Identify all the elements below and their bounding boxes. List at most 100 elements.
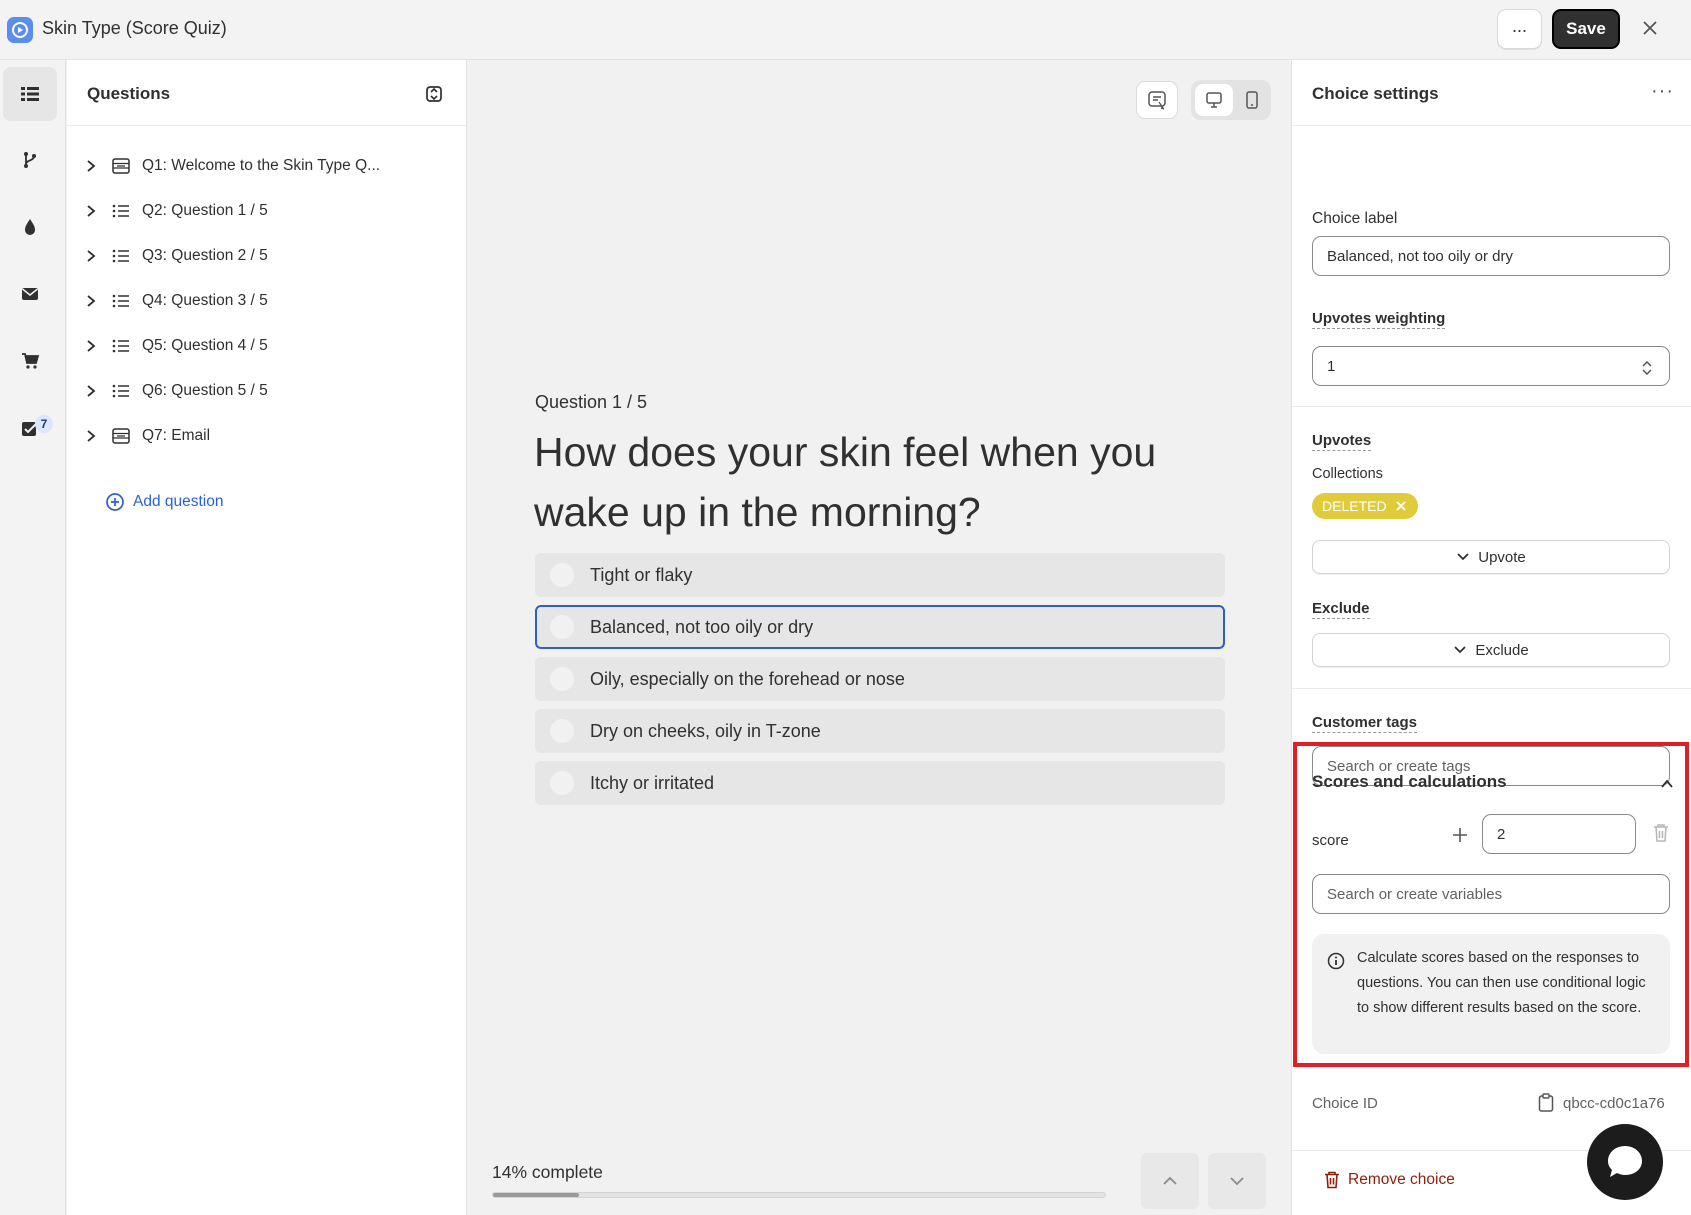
score-value-input[interactable] xyxy=(1482,814,1636,854)
exclude-label: Exclude xyxy=(1312,600,1370,619)
collapse-all-icon[interactable] xyxy=(423,83,445,105)
trash-icon xyxy=(1325,1171,1339,1189)
choice-settings-header: Choice settings ··· xyxy=(1292,60,1691,126)
chevron-up-icon[interactable] xyxy=(1659,776,1675,792)
info-icon xyxy=(1327,952,1345,970)
add-question-button[interactable]: Add question xyxy=(105,492,224,512)
scores-section-title: Scores and calculations xyxy=(1312,772,1507,791)
rail-products[interactable] xyxy=(3,334,57,388)
questions-panel: Questions Q1: Welcome to the Skin Type Q… xyxy=(67,60,467,1215)
preview-button[interactable] xyxy=(1136,81,1178,119)
choice-label-label: Choice label xyxy=(1312,210,1398,227)
left-rail: 7 xyxy=(0,60,66,1215)
question-label: Q6: Question 5 / 5 xyxy=(142,382,268,399)
rail-logic[interactable] xyxy=(3,133,57,187)
choice-label-input[interactable] xyxy=(1312,236,1670,276)
divider xyxy=(1292,688,1691,689)
question-label: Q5: Question 4 / 5 xyxy=(142,337,268,354)
divider xyxy=(1292,406,1691,407)
choice-settings-panel: Choice settings ··· Choice label Upvotes… xyxy=(1291,60,1691,1215)
top-bar: Skin Type (Score Quiz) ... Save xyxy=(0,0,1691,60)
radio-circle xyxy=(550,563,574,587)
question-heading: How does your skin feel when you wake up… xyxy=(534,429,1157,535)
chevron-down-icon xyxy=(1230,1177,1244,1186)
question-label: Q2: Question 1 / 5 xyxy=(142,202,268,219)
choice-option[interactable]: Itchy or irritated xyxy=(535,761,1225,805)
question-label: Q3: Question 2 / 5 xyxy=(142,247,268,264)
chevron-right-icon[interactable] xyxy=(86,159,100,173)
choice-option[interactable]: Tight or flaky xyxy=(535,553,1225,597)
customer-tags-label: Customer tags xyxy=(1312,714,1418,733)
question-label: Q1: Welcome to the Skin Type Q... xyxy=(142,157,381,174)
remove-choice-button[interactable]: Remove choice xyxy=(1324,1171,1455,1189)
scores-info-box: Calculate scores based on the responses … xyxy=(1312,934,1670,1054)
rail-design[interactable] xyxy=(3,200,57,254)
desktop-view-button[interactable] xyxy=(1195,84,1233,116)
mobile-view-button[interactable] xyxy=(1235,84,1269,116)
choice-id-label: Choice ID xyxy=(1312,1095,1378,1112)
close-icon[interactable] xyxy=(1638,16,1662,40)
more-menu-icon[interactable]: ··· xyxy=(1651,80,1674,103)
rail-tasks[interactable]: 7 xyxy=(3,401,57,455)
choice-settings-title: Choice settings xyxy=(1312,84,1439,103)
radio-circle xyxy=(550,771,574,795)
mobile-icon xyxy=(1246,91,1258,109)
question-item-q5[interactable]: Q5: Question 4 / 5 xyxy=(67,326,467,366)
exclude-button-label: Exclude xyxy=(1475,641,1529,659)
remove-tag-icon[interactable] xyxy=(1395,500,1407,512)
chevron-down-icon xyxy=(1454,646,1466,654)
next-question-button[interactable] xyxy=(1208,1153,1266,1209)
chevron-right-icon[interactable] xyxy=(86,294,100,308)
exclude-dropdown-button[interactable]: Exclude xyxy=(1312,633,1670,667)
question-item-q2[interactable]: Q2: Question 1 / 5 xyxy=(67,191,467,231)
question-item-q3[interactable]: Q3: Question 2 / 5 xyxy=(67,236,467,276)
collection-tag: DELETED xyxy=(1312,493,1418,519)
app-logo-icon xyxy=(7,17,33,43)
choice-label: Dry on cheeks, oily in T-zone xyxy=(590,720,821,741)
plus-icon[interactable] xyxy=(1451,826,1469,844)
upvote-button-label: Upvote xyxy=(1478,548,1526,566)
question-eyebrow: Question 1 / 5 xyxy=(535,392,648,412)
list-icon xyxy=(112,204,132,218)
upvotes-label: Upvotes xyxy=(1312,432,1372,451)
chevron-right-icon[interactable] xyxy=(86,204,100,218)
rail-questions[interactable] xyxy=(3,67,57,121)
trash-icon[interactable] xyxy=(1652,823,1670,843)
add-question-label: Add question xyxy=(133,493,224,510)
choice-label: Balanced, not too oily or dry xyxy=(590,616,814,637)
more-actions-button[interactable]: ... xyxy=(1497,9,1542,49)
chevron-right-icon[interactable] xyxy=(86,429,100,443)
desktop-icon xyxy=(1206,92,1222,108)
search-variables-input[interactable] xyxy=(1312,874,1670,914)
chevron-right-icon[interactable] xyxy=(86,339,100,353)
list-icon xyxy=(112,294,132,308)
collections-label: Collections xyxy=(1312,466,1383,482)
chevron-right-icon[interactable] xyxy=(86,384,100,398)
form-icon xyxy=(112,158,132,174)
clipboard-icon[interactable] xyxy=(1538,1093,1554,1113)
remove-choice-label: Remove choice xyxy=(1348,1171,1455,1188)
upvote-dropdown-button[interactable]: Upvote xyxy=(1312,540,1670,574)
choice-option[interactable]: Oily, especially on the forehead or nose xyxy=(535,657,1225,701)
question-label: Q4: Question 3 / 5 xyxy=(142,292,268,309)
previous-question-button[interactable] xyxy=(1141,1153,1199,1209)
question-item-q4[interactable]: Q4: Question 3 / 5 xyxy=(67,281,467,321)
save-button[interactable]: Save xyxy=(1552,9,1620,49)
question-item-q7[interactable]: Q7: Email xyxy=(67,416,467,456)
chat-launcher-button[interactable] xyxy=(1587,1124,1663,1200)
branch-icon xyxy=(24,152,36,168)
upvotes-weighting-stepper[interactable] xyxy=(1312,346,1670,386)
question-item-q1[interactable]: Q1: Welcome to the Skin Type Q... xyxy=(67,146,467,186)
stepper-arrows-icon[interactable] xyxy=(1640,358,1654,378)
list-icon xyxy=(112,249,132,263)
collection-tag-label: DELETED xyxy=(1322,498,1387,514)
chevron-right-icon[interactable] xyxy=(86,249,100,263)
preview-canvas: Question 1 / 5 How does your skin feel w… xyxy=(468,60,1290,1215)
choice-option-selected[interactable]: Balanced, not too oily or dry xyxy=(535,605,1225,649)
choice-id-value: qbcc-cd0c1a76 xyxy=(1563,1095,1665,1112)
form-icon xyxy=(112,428,132,444)
rail-email[interactable] xyxy=(3,267,57,321)
choice-option[interactable]: Dry on cheeks, oily in T-zone xyxy=(535,709,1225,753)
question-item-q6[interactable]: Q6: Question 5 / 5 xyxy=(67,371,467,411)
device-toggle xyxy=(1191,80,1271,120)
